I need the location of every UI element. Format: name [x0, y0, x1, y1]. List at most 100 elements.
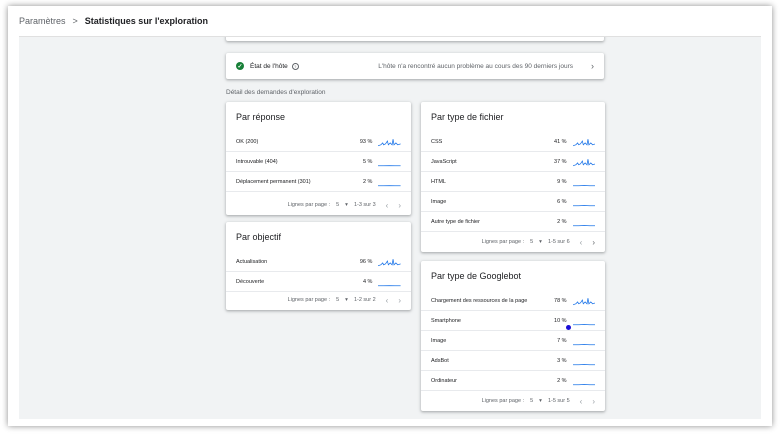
sparkline-line [572, 158, 595, 166]
sparkline-chart [378, 284, 401, 286]
row-percent: 9 % [557, 178, 567, 185]
row-label: Image [431, 337, 447, 344]
row-label: Image [431, 198, 447, 205]
pagination: Lignes par page : 5 ▾ 1-5 sur 5 ‹ › [421, 391, 605, 411]
sparkline-line [378, 138, 401, 146]
sparkline-chart [378, 138, 401, 146]
page-range: 1-5 sur 5 [547, 398, 570, 404]
host-status-text: L'hôte n'a rencontré aucun problème au c… [378, 62, 573, 70]
table-row[interactable]: Image 6 % [421, 192, 605, 212]
table-row[interactable]: CSS 41 % [421, 132, 605, 152]
table-row[interactable]: Déplacement permanent (301) 2 % [226, 172, 411, 192]
row-percent: 2 % [362, 178, 373, 185]
dropdown-icon[interactable]: ▾ [539, 239, 542, 245]
sparkline-chart [572, 343, 595, 345]
card-title: Par type de Googlebot [431, 271, 522, 281]
section-title: Détail des demandes d'exploration [226, 89, 326, 96]
row-label: Ordinateur [431, 377, 457, 384]
table-row[interactable]: Découverte 4 % [226, 272, 411, 292]
pagination: Lignes par page : 5 ▾ 1-5 sur 6 ‹ › [421, 232, 605, 252]
pagination: Lignes par page : 5 ▾ 1-2 sur 2 ‹ › [226, 290, 411, 310]
chevron-right-icon[interactable]: › [592, 238, 595, 247]
rows-per-page-label: Lignes par page : [481, 398, 525, 404]
page-title: Statistiques sur l'exploration [84, 16, 208, 26]
row-percent: 6 % [557, 198, 567, 205]
dropdown-icon[interactable]: ▾ [539, 398, 542, 404]
chevron-right-icon: > [72, 16, 78, 26]
row-label: Introuvable (404) [236, 158, 278, 165]
row-label: Smartphone [431, 317, 461, 324]
table-row[interactable]: Actualisation 96 % [226, 252, 411, 272]
sparkline-chart [378, 184, 401, 186]
table-row[interactable]: Image 7 % [421, 331, 605, 351]
row-percent: 37 % [554, 158, 567, 165]
app-window: Paramètres > Statistiques sur l'explorat… [8, 6, 772, 426]
chevron-left-icon[interactable]: ‹ [386, 296, 389, 305]
sparkline-chart [572, 224, 595, 226]
rows-per-page-label: Lignes par page : [287, 202, 331, 208]
rows-per-page-label: Lignes par page : [481, 239, 525, 245]
host-status-card[interactable]: ✓ État de l'hôte ? L'hôte n'a rencontré … [226, 53, 604, 79]
dropdown-icon[interactable]: ▾ [345, 297, 348, 303]
table-row[interactable]: OK (200) 93 % [226, 132, 411, 152]
row-label: JavaScript [431, 158, 457, 165]
table-row[interactable]: Chargement des ressources de la page 78 … [421, 291, 605, 311]
card-by-response: Par réponse OK (200) 93 % Introuvable (4… [226, 102, 411, 215]
page-range: 1-3 sur 3 [353, 202, 376, 208]
row-percent: 93 % [359, 138, 373, 145]
page-range: 1-2 sur 2 [353, 297, 376, 303]
rows-per-page-select[interactable]: 5 [530, 239, 533, 245]
rows-per-page-select[interactable]: 5 [336, 202, 339, 208]
row-percent: 41 % [554, 138, 567, 145]
card-by-file-type: Par type de fichier CSS 41 % JavaScript … [421, 102, 605, 252]
table-row[interactable]: Autre type de fichier 2 % [421, 212, 605, 232]
chevron-right-icon[interactable]: › [591, 61, 594, 71]
row-label: CSS [431, 138, 443, 145]
chevron-right-icon[interactable]: › [398, 296, 401, 305]
page-range: 1-5 sur 6 [547, 239, 570, 245]
row-percent: 2 % [557, 218, 567, 225]
card-title: Par type de fichier [431, 112, 504, 122]
rows-per-page-select[interactable]: 5 [336, 297, 339, 303]
help-icon[interactable]: ? [291, 62, 299, 70]
sparkline-chart [572, 184, 595, 186]
chevron-left-icon[interactable]: ‹ [580, 397, 583, 406]
card-title: Par réponse [236, 112, 286, 122]
table-row[interactable]: Ordinateur 2 % [421, 371, 605, 391]
row-percent: 96 % [359, 258, 373, 265]
row-percent: 2 % [557, 377, 567, 384]
main-content[interactable]: ✓ État de l'hôte ? L'hôte n'a rencontré … [19, 36, 761, 419]
sparkline-chart [572, 323, 595, 325]
breadcrumb: Paramètres > Statistiques sur l'explorat… [8, 6, 772, 36]
row-percent: 3 % [557, 357, 567, 364]
table-row[interactable]: HTML 9 % [421, 172, 605, 192]
sparkline-chart [572, 363, 595, 365]
host-status-label: État de l'hôte [250, 62, 288, 70]
table-row[interactable]: JavaScript 37 % [421, 152, 605, 172]
chevron-left-icon[interactable]: ‹ [580, 238, 583, 247]
row-percent: 78 % [554, 297, 567, 304]
sparkline-line [572, 138, 595, 146]
breadcrumb-parent-link[interactable]: Paramètres [19, 16, 66, 26]
row-label: Autre type de fichier [431, 218, 480, 225]
table-row[interactable]: Smartphone 10 % [421, 311, 605, 331]
card-title: Par objectif [236, 232, 282, 242]
row-label: Chargement des ressources de la page [431, 297, 528, 304]
row-percent: 7 % [557, 337, 567, 344]
table-row[interactable]: AdsBot 3 % [421, 351, 605, 371]
chevron-right-icon[interactable]: › [398, 201, 401, 210]
card-by-googlebot-type: Par type de Googlebot Chargement des res… [421, 261, 605, 411]
row-label: Actualisation [236, 258, 268, 265]
chevron-left-icon[interactable]: ‹ [386, 201, 389, 210]
table-row[interactable]: Introuvable (404) 5 % [226, 152, 411, 172]
dropdown-icon[interactable]: ▾ [345, 202, 348, 208]
row-label: HTML [431, 178, 446, 185]
mouse-pointer-dot [566, 325, 571, 330]
previous-card [226, 37, 604, 41]
row-label: Découverte [236, 278, 265, 285]
sparkline-chart [378, 258, 401, 266]
chevron-right-icon[interactable]: › [592, 397, 595, 406]
row-percent: 4 % [362, 278, 373, 285]
rows-per-page-select[interactable]: 5 [530, 398, 533, 404]
pagination: Lignes par page : 5 ▾ 1-3 sur 3 ‹ › [226, 195, 411, 215]
